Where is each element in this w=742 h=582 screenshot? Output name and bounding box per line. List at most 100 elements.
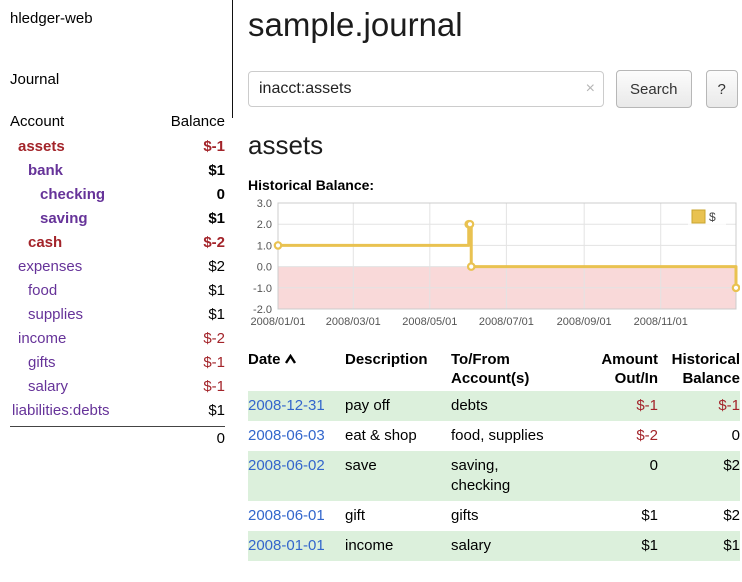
y-tick-label: -1.0 [253, 283, 272, 295]
main-content: sample.journal × Search ? assets Histori… [248, 0, 740, 561]
register-row: 2008-06-02savesaving,checking0$2 [248, 451, 740, 501]
x-tick-label: 2008/11/01 [634, 316, 688, 328]
date-link[interactable]: 2008-12-31 [248, 397, 325, 414]
register-cell-description: eat & shop [345, 421, 451, 451]
date-link[interactable]: 2008-06-01 [248, 507, 325, 524]
register-body: 2008-12-31pay offdebts$-1$-12008-06-03ea… [248, 391, 740, 561]
register-cell-accounts: salary [451, 531, 590, 561]
historical-balance-chart: 3.0 2.0 1.0 0.0 -1.0 -2.02008/01/01 2008/03/01… [248, 197, 740, 337]
clear-search-icon[interactable]: × [586, 81, 595, 97]
account-row: supplies $1 [10, 303, 225, 327]
y-tick-label: 2.0 [257, 219, 272, 231]
account-row: income$-2 [10, 327, 225, 351]
register-cell-date: 2008-06-01 [248, 501, 345, 531]
date-link[interactable]: 2008-06-03 [248, 427, 325, 444]
chart-point-marker [275, 242, 281, 248]
register-cell-balance: $2 [658, 451, 740, 501]
register-cell-date: 2008-12-31 [248, 391, 345, 421]
y-tick-label: 3.0 [257, 198, 272, 210]
account-balance: $1 [208, 207, 225, 231]
search-form: × Search ? [248, 70, 740, 108]
register-row: 2008-06-03eat & shopfood, supplies$-20 [248, 421, 740, 451]
sidebar-account-assets[interactable]: assets [10, 135, 65, 159]
sidebar-account-supplies[interactable]: supplies [10, 303, 83, 327]
sidebar-account-checking[interactable]: checking [10, 183, 105, 207]
account-row: food$1 [10, 279, 225, 303]
date-link[interactable]: 2008-06-02 [248, 457, 325, 474]
sidebar-account-income[interactable]: income [10, 327, 66, 351]
sidebar-item-journal[interactable]: Journal [10, 71, 225, 88]
chart-legend-label: $ [709, 210, 716, 224]
account-row: salary $-1 [10, 375, 225, 399]
register-header-amount[interactable]: AmountOut/In [590, 347, 658, 391]
register-cell-amount: $-1 [590, 391, 658, 421]
chart-heading: Historical Balance: [248, 177, 740, 193]
register-header-description[interactable]: Description [345, 347, 451, 391]
date-link[interactable]: 2008-01-01 [248, 537, 325, 554]
register-cell-description: income [345, 531, 451, 561]
sidebar-divider [232, 0, 233, 118]
accounts-table-header: Account Balance [10, 110, 225, 135]
register-cell-accounts: saving,checking [451, 451, 590, 501]
register-row: 2008-12-31pay offdebts$-1$-1 [248, 391, 740, 421]
register-cell-accounts: debts [451, 391, 590, 421]
x-tick-label: 2008/09/01 [557, 316, 612, 328]
register-cell-amount: $1 [590, 501, 658, 531]
account-balance: $-1 [203, 351, 225, 375]
y-tick-label: -2.0 [253, 304, 272, 316]
page-title: sample.journal [248, 6, 740, 44]
x-tick-label: 2008/07/01 [479, 316, 534, 328]
account-balance: $-1 [203, 135, 225, 159]
search-button[interactable]: Search [616, 70, 692, 108]
account-balance: $-1 [203, 375, 225, 399]
register-header-date[interactable]: Date [248, 347, 345, 391]
search-box: × [248, 71, 604, 107]
y-tick-label: 1.0 [257, 240, 272, 252]
accounts-list: assets $-1 bank $1 checking 0 saving $1 cash $-2 e… [10, 135, 225, 423]
sidebar-account-saving[interactable]: saving [10, 207, 88, 231]
register-cell-balance: $2 [658, 501, 740, 531]
sidebar-account-liabilities-debts[interactable]: liabilities:debts [10, 399, 110, 423]
chart-point-marker [468, 263, 474, 269]
sidebar-account-expenses[interactable]: expenses [10, 255, 82, 279]
x-tick-label: 2008/03/01 [326, 316, 381, 328]
register-cell-description: pay off [345, 391, 451, 421]
register-cell-amount: $1 [590, 531, 658, 561]
account-balance: 0 [217, 183, 225, 207]
y-tick-label: 0.0 [257, 262, 272, 274]
register-cell-date: 2008-06-03 [248, 421, 345, 451]
account-row: gifts $-1 [10, 351, 225, 375]
account-balance: $1 [208, 303, 225, 327]
register-row: 2008-06-01 giftgifts$1$2 [248, 501, 740, 531]
register-header-row: DateDescriptionTo/FromAccount(s)AmountOu… [248, 347, 740, 391]
search-input[interactable] [248, 71, 604, 107]
sidebar-account-gifts[interactable]: gifts [10, 351, 56, 375]
sidebar-account-salary[interactable]: salary [10, 375, 68, 399]
sidebar-account-cash[interactable]: cash [10, 231, 62, 255]
register-header-historical[interactable]: HistoricalBalance [658, 347, 740, 391]
app-title-link[interactable]: hledger-web [10, 10, 225, 27]
account-row: assets $-1 [10, 135, 225, 159]
register-cell-date: 2008-01-01 [248, 531, 345, 561]
help-button[interactable]: ? [706, 70, 738, 108]
account-balance: $-2 [203, 231, 225, 255]
accounts-total: 0 [10, 426, 225, 451]
account-row: liabilities:debts $1 [10, 399, 225, 423]
sidebar: hledger-web Journal Account Balance asse… [0, 0, 233, 451]
register-cell-accounts: gifts [451, 501, 590, 531]
x-tick-label: 2008/01/01 [250, 316, 305, 328]
register-header-tofrom[interactable]: To/FromAccount(s) [451, 347, 590, 391]
sidebar-account-food[interactable]: food [10, 279, 57, 303]
register-cell-balance: $-1 [658, 391, 740, 421]
account-row: cash $-2 [10, 231, 225, 255]
register-cell-amount: 0 [590, 451, 658, 501]
register-table: DateDescriptionTo/FromAccount(s)AmountOu… [248, 347, 740, 561]
register-cell-description: gift [345, 501, 451, 531]
sidebar-account-bank[interactable]: bank [10, 159, 63, 183]
chart-point-marker [733, 285, 739, 291]
hledger-web-app: hledger-web Journal Account Balance asse… [0, 0, 742, 582]
account-heading: assets [248, 130, 740, 161]
register-cell-balance: 0 [658, 421, 740, 451]
account-balance: $1 [208, 399, 225, 423]
chart-svg: 3.0 2.0 1.0 0.0 -1.0 -2.02008/01/01 2008/03/01… [248, 197, 740, 337]
